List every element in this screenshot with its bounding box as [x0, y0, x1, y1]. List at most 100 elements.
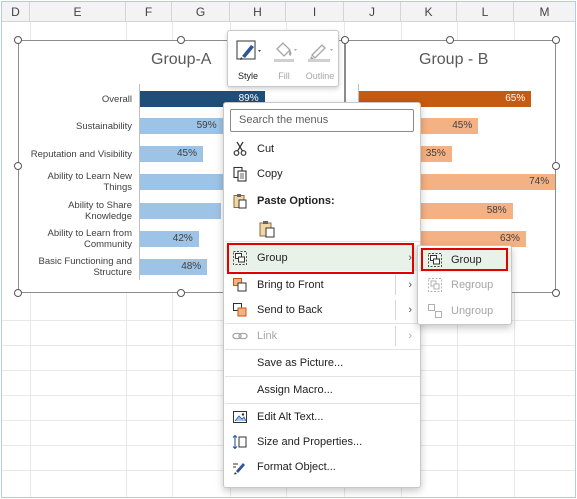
submenu-ungroup-label: Ungroup	[451, 305, 494, 317]
menu-separator	[225, 241, 420, 242]
split-separator	[395, 300, 396, 320]
assign-macro-label: Assign Macro...	[257, 384, 333, 396]
menu-item-copy[interactable]: Copy	[225, 162, 420, 186]
send-to-back-label: Send to Back	[257, 304, 323, 316]
category-label-line: Reputation and Visibility	[30, 148, 132, 160]
category-label-line: Ability to Learn from	[47, 228, 132, 239]
column-header-F[interactable]: F	[126, 2, 172, 22]
size-and-properties-label: Size and Properties...	[257, 436, 363, 448]
resize-handle[interactable]	[177, 289, 185, 297]
column-header-M[interactable]: M	[514, 2, 575, 22]
bring-to-front-label: Bring to Front	[257, 279, 324, 291]
group-submenu: Group Regroup Ungroup	[417, 245, 512, 325]
data-label: 42%	[172, 233, 193, 244]
fill-button[interactable]: Fill	[267, 35, 301, 85]
column-header-J[interactable]: J	[344, 2, 401, 22]
category-label-line: Basic Functioning and	[38, 256, 132, 267]
submenu-item-ungroup[interactable]: Ungroup	[419, 299, 511, 323]
outline-button[interactable]: Outline	[301, 35, 339, 85]
mini-toolbar: Style Fill Outline	[227, 30, 339, 87]
search-menus-input[interactable]: Search the menus	[230, 109, 414, 132]
paste-options-heading: Paste Options:	[225, 189, 420, 213]
style-button[interactable]: Style	[231, 35, 265, 85]
menu-item-cut[interactable]: Cut	[225, 137, 420, 161]
resize-handle[interactable]	[14, 289, 22, 297]
data-label: 74%	[529, 176, 550, 187]
menu-item-format-object[interactable]: Format Object...	[225, 455, 420, 479]
column-header-I[interactable]: I	[286, 2, 344, 22]
column-header-G[interactable]: G	[172, 2, 230, 22]
column-header-bar: D E F G H I J K L M	[2, 2, 575, 22]
column-header-L[interactable]: L	[457, 2, 514, 22]
category-label-line: Knowledge	[84, 211, 132, 222]
category-label: Ability to Learn from Community	[27, 228, 132, 250]
edit-alt-text-label: Edit Alt Text...	[257, 411, 324, 423]
menu-item-send-to-back[interactable]: Send to Back ›	[225, 298, 420, 322]
copy-label: Copy	[257, 168, 283, 180]
format-object-label: Format Object...	[257, 461, 336, 473]
link-label: Link	[257, 330, 278, 342]
menu-item-edit-alt-text[interactable]: Edit Alt Text...	[225, 405, 420, 429]
data-label: 65%	[505, 93, 526, 104]
category-label: Overall	[27, 94, 132, 105]
scissors-icon	[233, 141, 247, 156]
link-icon	[232, 332, 248, 340]
cut-label: Cut	[257, 143, 275, 155]
context-menu: Search the menus Cut Copy Paste Options:	[223, 102, 421, 488]
split-separator	[395, 326, 396, 346]
category-label-line: Structure	[93, 267, 132, 278]
menu-item-bring-to-front[interactable]: Bring to Front ›	[225, 273, 420, 297]
save-as-picture-label: Save as Picture...	[257, 357, 344, 369]
shape-style-icon	[236, 40, 261, 60]
style-label: Style	[237, 71, 258, 81]
highlight-box-submenu-group	[421, 248, 508, 271]
submenu-arrow-icon[interactable]: ›	[408, 324, 412, 348]
category-label-line: Ability to Learn New	[47, 171, 132, 182]
resize-handle[interactable]	[552, 36, 560, 44]
menu-separator	[225, 403, 420, 404]
resize-handle[interactable]	[14, 162, 22, 170]
outline-pen-icon	[308, 44, 333, 62]
ungroup-icon	[428, 304, 442, 318]
resize-handle[interactable]	[177, 36, 185, 44]
menu-item-assign-macro[interactable]: Assign Macro...	[225, 378, 420, 402]
column-header-D[interactable]: D	[2, 2, 30, 22]
paste-icon	[259, 221, 275, 238]
resize-handle[interactable]	[14, 36, 22, 44]
resize-handle[interactable]	[446, 36, 454, 44]
submenu-item-regroup[interactable]: Regroup	[419, 273, 511, 297]
submenu-arrow-icon[interactable]: ›	[408, 298, 412, 322]
data-label: 59%	[196, 120, 217, 131]
size-properties-icon	[232, 434, 247, 450]
resize-handle[interactable]	[552, 289, 560, 297]
data-label: 45%	[452, 120, 473, 131]
category-label: Ability to Share Knowledge	[27, 200, 132, 222]
split-separator	[395, 275, 396, 295]
data-label: 45%	[177, 148, 198, 159]
category-label-line: Sustainability	[76, 120, 132, 132]
resize-handle[interactable]	[552, 162, 560, 170]
column-header-K[interactable]: K	[401, 2, 457, 22]
paste-option-keep-format[interactable]	[225, 215, 420, 243]
column-header-H[interactable]: H	[230, 2, 286, 22]
regroup-icon	[428, 278, 442, 292]
bring-to-front-icon	[233, 278, 247, 292]
paste-options-label: Paste Options:	[257, 195, 335, 207]
menu-separator	[225, 349, 420, 350]
send-to-back-icon	[233, 303, 247, 317]
fill-label: Fill	[278, 71, 290, 81]
menu-item-link[interactable]: Link ›	[225, 324, 420, 348]
menu-item-save-as-picture[interactable]: Save as Picture...	[225, 351, 420, 375]
outline-label: Outline	[305, 71, 335, 81]
menu-item-size-and-properties[interactable]: Size and Properties...	[225, 430, 420, 454]
submenu-arrow-icon[interactable]: ›	[408, 273, 412, 297]
column-header-E[interactable]: E	[30, 2, 126, 22]
bar[interactable]	[140, 203, 222, 219]
category-label: Reputation and Visibility	[27, 149, 132, 160]
clipboard-icon	[233, 194, 247, 209]
highlight-box-group	[227, 243, 414, 274]
data-label: 58%	[486, 205, 507, 216]
resize-handle[interactable]	[341, 36, 349, 44]
category-label: Basic Functioning and Structure	[27, 256, 132, 278]
category-label: Ability to Learn New Things	[27, 171, 132, 193]
